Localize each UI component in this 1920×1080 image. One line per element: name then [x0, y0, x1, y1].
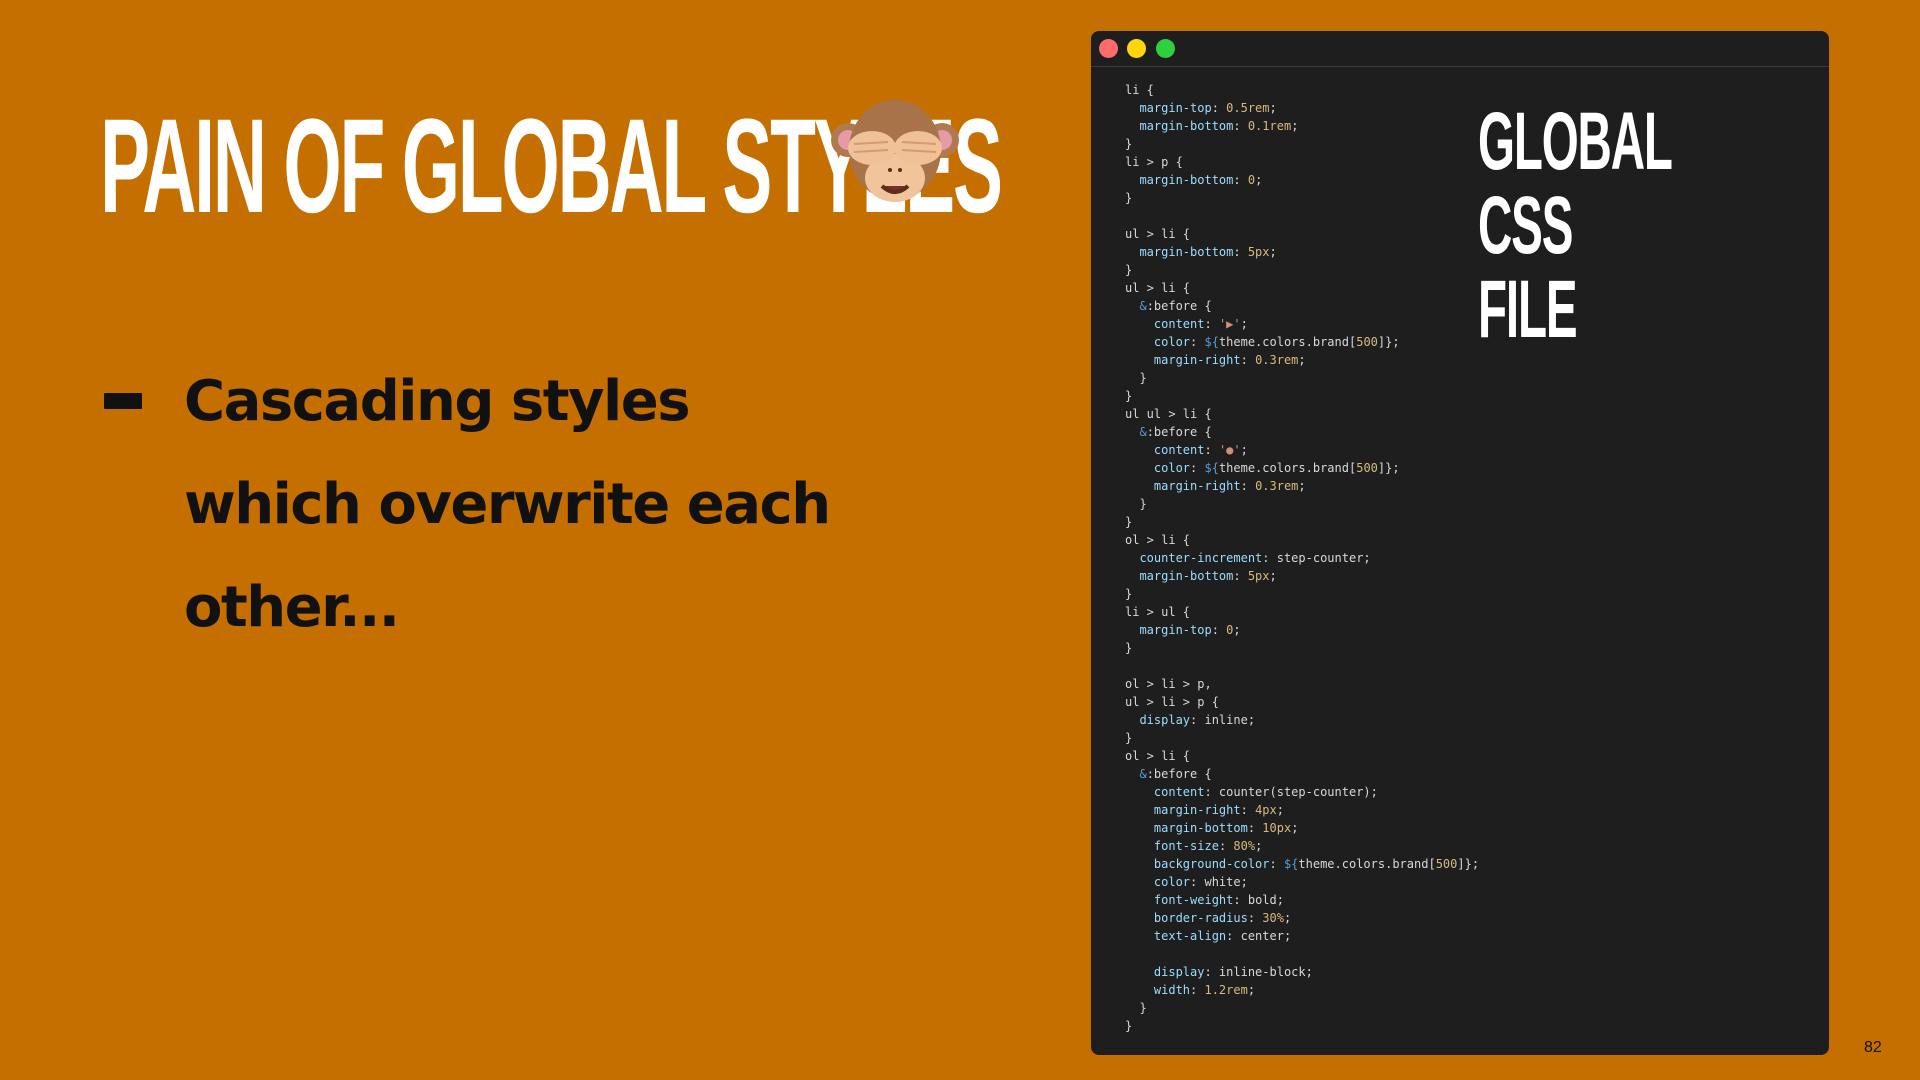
code-line: } [1125, 1001, 1147, 1015]
code-label-text: GLOBAL CSS FILE [1478, 96, 1672, 355]
code-line: } [1125, 371, 1147, 385]
code-line: li { [1125, 83, 1154, 97]
code-line: counter-increment: step-counter; [1139, 551, 1371, 565]
code-line: } [1125, 497, 1147, 511]
code-line: margin-bottom: 0.1rem; [1139, 119, 1299, 133]
close-dot-icon[interactable] [1099, 39, 1118, 58]
code-line: ul ul > li { [1125, 407, 1212, 421]
maximize-dot-icon[interactable] [1156, 39, 1175, 58]
bullet-dash-icon [104, 393, 142, 409]
page-number: 82 [1864, 1039, 1882, 1056]
bullet-item-text: Cascading styles which overwrite each ot… [184, 369, 831, 640]
code-line: margin-bottom: 5px; [1139, 569, 1277, 583]
code-line: ul > li { [1125, 227, 1191, 241]
code-line: margin-right: 0.3rem; [1153, 353, 1306, 367]
code-line: &:before { [1139, 299, 1212, 313]
code-line: margin-right: 0.3rem; [1153, 479, 1306, 493]
code-line: } [1125, 641, 1133, 655]
code-line: } [1125, 587, 1133, 601]
code-line: background-color: ${theme.colors.brand[5… [1153, 857, 1480, 871]
code-line: } [1125, 191, 1133, 205]
code-line: } [1125, 515, 1133, 529]
code-line: color: ${theme.colors.brand[500]}; [1153, 461, 1400, 475]
code-line: font-size: 80%; [1153, 839, 1263, 853]
code-window-titlebar [1091, 31, 1829, 67]
code-line: li > ul { [1125, 605, 1191, 619]
code-line: font-weight: bold; [1153, 893, 1284, 907]
code-line: margin-top: 0; [1139, 623, 1241, 637]
code-line: } [1125, 137, 1133, 151]
code-line: ol > li > p, [1125, 677, 1212, 691]
code-line: ol > li { [1125, 749, 1191, 763]
code-line: color: ${theme.colors.brand[500]}; [1153, 335, 1400, 349]
code-line: content: '●'; [1153, 443, 1248, 457]
code-line: li > p { [1125, 155, 1183, 169]
code-line: content: '▶'; [1153, 317, 1248, 331]
see-no-evil-monkey-icon [831, 100, 959, 202]
code-line: margin-top: 0.5rem; [1139, 101, 1277, 115]
code-line: margin-right: 4px; [1153, 803, 1284, 817]
code-line: } [1125, 389, 1133, 403]
code-line: } [1125, 731, 1133, 745]
code-window-label: GLOBAL CSS FILE [1478, 100, 1722, 352]
code-line: } [1125, 263, 1133, 277]
code-line: ol > li { [1125, 533, 1191, 547]
code-line: } [1125, 1019, 1133, 1033]
code-line: margin-bottom: 10px; [1153, 821, 1299, 835]
code-line: content: counter(step-counter); [1153, 785, 1378, 799]
code-line: color: white; [1153, 875, 1248, 889]
code-line: border-radius: 30%; [1153, 911, 1292, 925]
code-line: &:before { [1139, 767, 1212, 781]
code-line: &:before { [1139, 425, 1212, 439]
bullet-list: Cascading styles which overwrite each ot… [104, 350, 864, 659]
code-line: ul > li > p { [1125, 695, 1219, 709]
code-line: display: inline-block; [1153, 965, 1313, 979]
code-line: text-align: center; [1153, 929, 1292, 943]
code-line: width: 1.2rem; [1153, 983, 1256, 997]
code-line: margin-bottom: 5px; [1139, 245, 1277, 259]
minimize-dot-icon[interactable] [1127, 39, 1146, 58]
code-line: margin-bottom: 0; [1139, 173, 1263, 187]
code-line: ul > li { [1125, 281, 1191, 295]
code-line: display: inline; [1139, 713, 1256, 727]
